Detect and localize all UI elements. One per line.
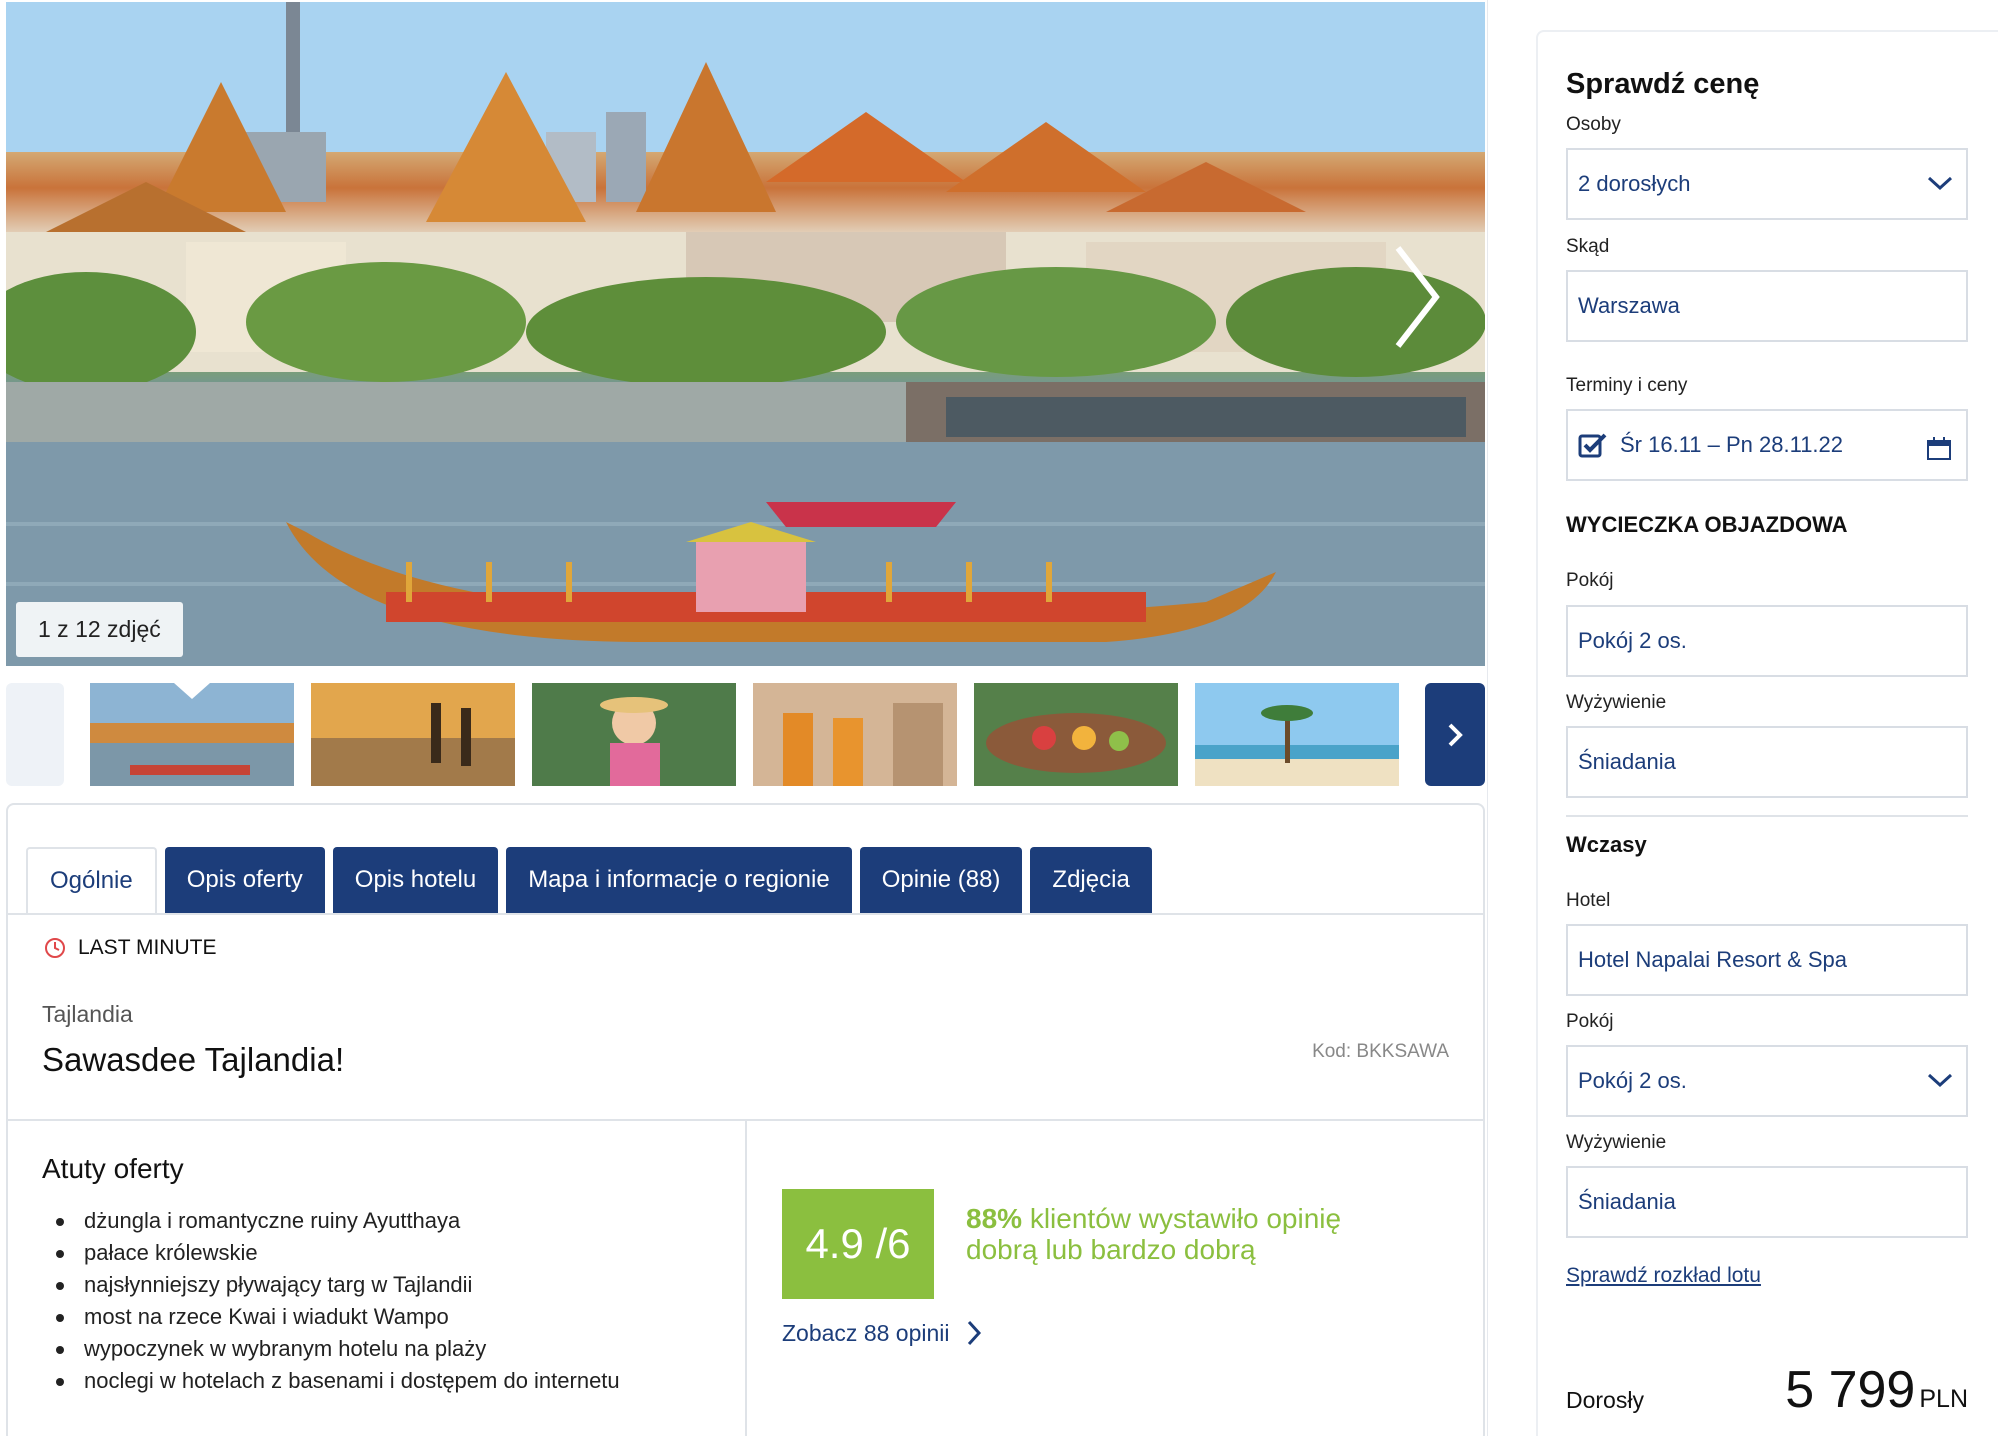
tour-board-value: Śniadania: [1578, 749, 1676, 774]
persons-select[interactable]: 2 dorosłych: [1566, 148, 1968, 220]
atuty-list: dżungla i romantyczne ruiny Ayutthaya pa…: [42, 1205, 620, 1397]
gallery-main-image[interactable]: 1 z 12 zdjęć: [6, 2, 1485, 666]
list-item: dżungla i romantyczne ruiny Ayutthaya: [42, 1205, 620, 1237]
persons-value: 2 dorosłych: [1578, 171, 1691, 196]
rating-summary: 88% klientów wystawiło opinię dobrą lub …: [966, 1203, 1386, 1265]
from-value: Warszawa: [1578, 293, 1680, 318]
thumbnail-grand-palace[interactable]: [90, 683, 294, 786]
tour-room-field[interactable]: Pokój 2 os.: [1566, 605, 1968, 677]
see-reviews-link[interactable]: Zobacz 88 opinii: [782, 1319, 982, 1347]
atuty-title: Atuty oferty: [42, 1153, 184, 1184]
stay-board-value: Śniadania: [1578, 1189, 1676, 1214]
gallery-counter: 1 z 12 zdjęć: [16, 602, 183, 657]
list-item: noclegi w hotelach z basenami i dostępem…: [42, 1365, 620, 1397]
price-value: 5 799 PLN: [1785, 1360, 1968, 1420]
chevron-right-icon: [1448, 723, 1463, 746]
tab-opinie[interactable]: Opinie (88): [859, 847, 1023, 913]
tab-zdjecia[interactable]: Zdjęcia: [1030, 847, 1152, 913]
list-item: most na rzece Kwai i wiadukt Wampo: [42, 1301, 620, 1333]
thumb-selected-pointer-icon: [174, 683, 210, 699]
sidebar-title: Sprawdź cenę: [1566, 68, 1760, 100]
price-sidebar: Sprawdź cenę Osoby 2 dorosłych Skąd Wars…: [1536, 30, 1998, 1436]
thumbnail-beach-palms[interactable]: [1195, 683, 1399, 786]
clock-icon: [45, 938, 65, 958]
price-currency: PLN: [1919, 1385, 1968, 1413]
tour-room-label: Pokój: [1566, 570, 1614, 591]
column-divider: [745, 1121, 747, 1436]
persons-label: Osoby: [1566, 114, 1621, 135]
tab-mapa[interactable]: Mapa i informacje o regionie: [506, 847, 852, 913]
tour-heading: WYCIECZKA OBJAZDOWA: [1566, 512, 1848, 537]
tour-board-label: Wyżywienie: [1566, 692, 1667, 713]
rating-percent: 88%: [966, 1203, 1023, 1234]
chevron-down-icon: [1927, 1073, 1953, 1088]
calendar-icon: [1927, 437, 1951, 460]
sidebar-separator: [1487, 0, 1488, 1436]
sidebar-divider: [1566, 815, 1968, 817]
hotel-value: Hotel Napalai Resort & Spa: [1578, 947, 1848, 972]
stay-heading: Wczasy: [1566, 832, 1647, 857]
last-minute-badge: LAST MINUTE: [44, 936, 216, 960]
see-reviews-label: Zobacz 88 opinii: [782, 1319, 950, 1346]
from-field[interactable]: Warszawa: [1566, 270, 1968, 342]
dates-label: Terminy i ceny: [1566, 375, 1688, 396]
offer-card: Ogólnie Opis oferty Opis hotelu Mapa i i…: [6, 803, 1485, 1436]
tour-room-value: Pokój 2 os.: [1578, 628, 1687, 653]
tab-opis-oferty[interactable]: Opis oferty: [164, 847, 325, 913]
thumbnail-monks-sunset[interactable]: [311, 683, 515, 786]
tour-board-field[interactable]: Śniadania: [1566, 726, 1968, 798]
list-item: pałace królewskie: [42, 1237, 620, 1269]
offer-code: Kod: BKKSAWA: [1312, 1041, 1449, 1062]
list-item: wypoczynek w wybranym hotelu na plaży: [42, 1333, 620, 1365]
hotel-label: Hotel: [1566, 890, 1611, 911]
list-item: najsłynniejszy pływający targ w Tajlandi…: [42, 1269, 620, 1301]
gallery-thumbnails: [6, 683, 1485, 786]
price-amount: 5 799: [1785, 1361, 1916, 1419]
checkbox-checked-icon: [1578, 433, 1607, 458]
offer-country: Tajlandia: [42, 1001, 133, 1027]
stay-room-label: Pokój: [1566, 1011, 1614, 1032]
from-label: Skąd: [1566, 236, 1610, 257]
price-label: Dorosły: [1566, 1387, 1644, 1413]
thumbs-prev-button[interactable]: [6, 683, 64, 786]
dates-value: Śr 16.11 – Pn 28.11.22: [1620, 432, 1844, 457]
chevron-down-icon: [1927, 176, 1953, 191]
thumbnail-floating-market-girl[interactable]: [532, 683, 736, 786]
hero-photo-illustration: [6, 2, 1485, 666]
tab-ogolnie[interactable]: Ogólnie: [26, 847, 157, 913]
flight-schedule-link[interactable]: Sprawdź rozkład lotu: [1566, 1264, 1761, 1288]
tabs-divider: [8, 913, 1483, 915]
rating-summary-text: klientów wystawiło opinię dobrą lub bard…: [966, 1203, 1342, 1265]
offer-title: Sawasdee Tajlandia!: [42, 1041, 345, 1078]
thumbnail-floating-market-boat[interactable]: [974, 683, 1178, 786]
dates-field[interactable]: Śr 16.11 – Pn 28.11.22: [1566, 409, 1968, 481]
offer-tabs: Ogólnie Opis oferty Opis hotelu Mapa i i…: [26, 847, 1152, 913]
stay-room-value: Pokój 2 os.: [1578, 1068, 1687, 1093]
rating-score-badge: 4.9 /6: [782, 1189, 934, 1299]
hotel-field[interactable]: Hotel Napalai Resort & Spa: [1566, 924, 1968, 996]
stay-board-label: Wyżywienie: [1566, 1132, 1667, 1153]
last-minute-label: LAST MINUTE: [78, 936, 217, 959]
chevron-right-icon: [967, 1320, 981, 1346]
tab-opis-hotelu[interactable]: Opis hotelu: [332, 847, 499, 913]
gallery-next-arrow-icon[interactable]: [1386, 242, 1446, 352]
stay-room-select[interactable]: Pokój 2 os.: [1566, 1045, 1968, 1117]
thumbnail-temple-monks[interactable]: [753, 683, 957, 786]
stay-board-field[interactable]: Śniadania: [1566, 1166, 1968, 1238]
thumbs-next-button[interactable]: [1425, 683, 1485, 786]
